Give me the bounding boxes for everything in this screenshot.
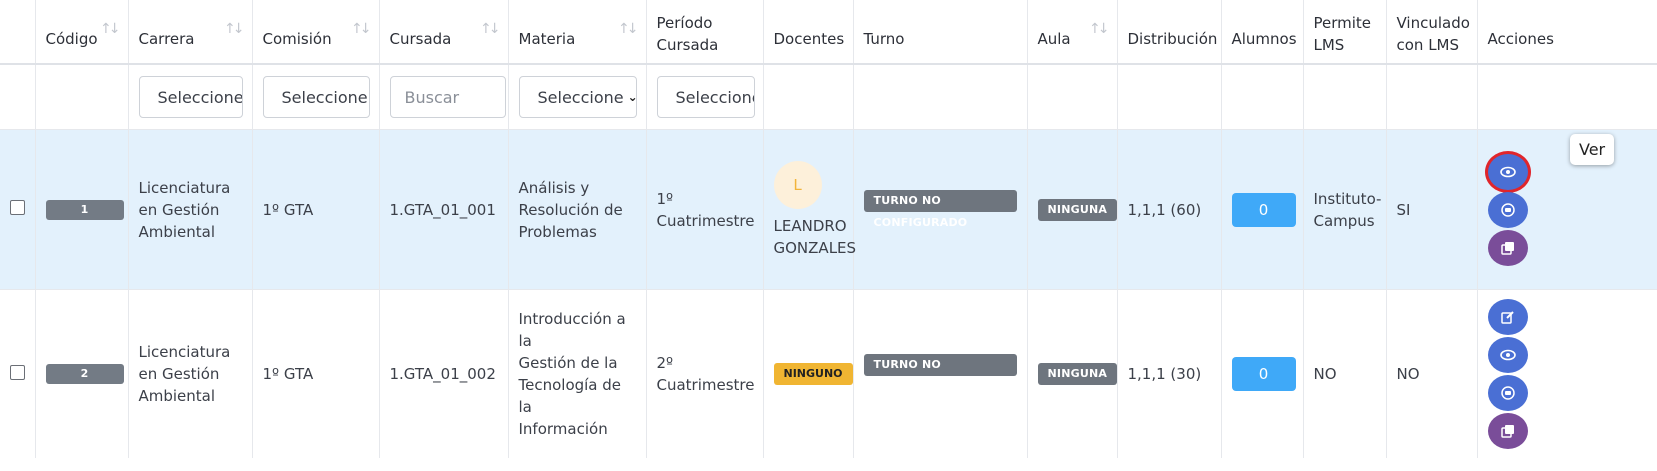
header-label: Docentes	[773, 29, 845, 48]
select-value: Seleccione	[537, 87, 624, 107]
vinculado-lms-cell: NO	[1386, 289, 1478, 458]
header-label: con LMS	[1396, 35, 1460, 54]
courses-table: Código ↑↓ Carrera ↑↓ Comisión ↑↓ Cursada ↑↓ …	[0, 0, 1657, 458]
distribucion-cell: 1,1,1 (60)	[1117, 129, 1222, 290]
copy-button[interactable]	[1487, 229, 1528, 266]
carrera-cell: Licenciatura en Gestión Ambiental	[128, 289, 253, 458]
turno-badge: TURNO NO CONFIGURADO	[863, 354, 1017, 393]
eye-icon	[1499, 349, 1516, 361]
meet-button[interactable]	[1487, 191, 1528, 228]
view-tooltip: Ver	[1570, 134, 1615, 165]
docente-name: LEANDRO	[773, 216, 847, 235]
docentes-cell: L LEANDRO GONZALES	[763, 129, 856, 290]
comision-cell: 1º GTA	[252, 129, 380, 290]
header-label: Comisión	[262, 29, 332, 48]
code-badge: 1	[45, 199, 124, 220]
copy-button[interactable]	[1487, 413, 1528, 449]
docente-badge: NINGUNO	[773, 363, 853, 385]
header-label: Alumnos	[1231, 29, 1297, 48]
view-button[interactable]	[1487, 337, 1528, 373]
header-docentes: Docentes	[763, 0, 854, 65]
edit-icon	[1500, 311, 1514, 324]
permite-lms-cell: Instituto- Campus	[1303, 129, 1387, 290]
copy-icon	[1500, 425, 1514, 438]
distribucion-cell: 1,1,1 (30)	[1117, 289, 1222, 458]
header-permite: Permite LMS	[1303, 0, 1387, 65]
materia-filter-select[interactable]: Seleccione ⌄	[518, 76, 637, 118]
header-label: Permite	[1313, 13, 1372, 32]
header-label: Materia	[518, 29, 576, 48]
header-label: Cursada	[389, 29, 452, 48]
header-label: LMS	[1313, 35, 1345, 54]
header-cursada[interactable]: Cursada ↑↓	[379, 0, 509, 65]
code-badge: 2	[45, 364, 124, 384]
header-label: Cursada	[656, 35, 719, 54]
cursada-search-input[interactable]	[389, 76, 506, 118]
alumnos-count-button[interactable]: 0	[1231, 357, 1296, 391]
sort-icon[interactable]: ↑↓	[618, 18, 639, 40]
vinculado-lms-cell: SI	[1386, 129, 1478, 290]
sort-icon[interactable]: ↑↓	[480, 18, 501, 40]
docente-name: GONZALES	[773, 238, 857, 257]
filter-row: Seleccione⌄ Seleccione⌄ Seleccione⌄ Sele…	[0, 64, 1657, 130]
view-button[interactable]	[1487, 153, 1528, 190]
sort-icon[interactable]: ↑↓	[1089, 18, 1110, 40]
aula-badge: NINGUNA	[1037, 363, 1118, 385]
select-value: Seleccione	[675, 87, 755, 107]
video-icon	[1500, 386, 1515, 400]
header-alumnos: Alumnos	[1221, 0, 1304, 65]
meet-button[interactable]	[1487, 375, 1528, 411]
header-periodo: Período Cursada	[646, 0, 764, 65]
copy-icon	[1500, 241, 1514, 255]
header-distribucion: Distribución	[1117, 0, 1222, 65]
video-icon	[1500, 202, 1515, 217]
header-carrera[interactable]: Carrera ↑↓	[128, 0, 253, 65]
materia-cell: Análisis y Resolución de Problemas	[508, 129, 647, 290]
sort-icon[interactable]: ↑↓	[100, 18, 121, 40]
alumnos-count-button[interactable]: 0	[1231, 192, 1296, 227]
periodo-cell: 1º Cuatrimestre	[646, 129, 764, 290]
sort-icon[interactable]: ↑↓	[351, 18, 372, 40]
header-label: Distribución	[1127, 29, 1218, 48]
cursada-cell: 1.GTA_01_002	[379, 289, 509, 458]
header-aula[interactable]: Aula ↑↓	[1027, 0, 1118, 65]
table-row: 2 Licenciatura en Gestión Ambiental 1º GTA…	[0, 289, 1657, 458]
header-turno: Turno	[853, 0, 1028, 65]
header-comision[interactable]: Comisión ↑↓	[252, 0, 380, 65]
header-codigo[interactable]: Código ↑↓	[35, 0, 129, 65]
row-checkbox[interactable]	[10, 364, 25, 380]
row-checkbox[interactable]	[10, 200, 25, 215]
select-value: Seleccione	[281, 87, 368, 107]
header-label: Acciones	[1487, 29, 1554, 48]
edit-button[interactable]	[1487, 299, 1528, 335]
header-materia[interactable]: Materia ↑↓	[508, 0, 647, 65]
aula-badge: NINGUNA	[1037, 198, 1118, 221]
sort-icon[interactable]: ↑↓	[224, 18, 245, 40]
eye-icon	[1499, 166, 1516, 177]
header-label: Vinculado	[1396, 13, 1470, 32]
periodo-filter-select[interactable]: Seleccione⌄	[656, 76, 755, 118]
header-acciones: Acciones	[1477, 0, 1657, 65]
periodo-cell: 2º Cuatrimestre	[646, 289, 764, 458]
chevron-down-icon: ⌄	[628, 90, 636, 104]
permite-lms-cell: NO	[1303, 289, 1387, 458]
header-label: Turno	[863, 29, 905, 48]
header-label: Período	[656, 13, 713, 32]
select-all-column	[0, 0, 36, 65]
carrera-filter-select[interactable]: Seleccione⌄	[138, 76, 243, 118]
header-vinculado: Vinculado con LMS	[1386, 0, 1478, 65]
header-label: Carrera	[138, 29, 195, 48]
header-label: Aula	[1037, 29, 1071, 48]
avatar: L	[773, 160, 822, 209]
select-value: Seleccione	[157, 87, 243, 107]
header-row: Código ↑↓ Carrera ↑↓ Comisión ↑↓ Cursada ↑↓ …	[0, 0, 1657, 65]
materia-cell: Introducción a la Gestión de la Tecnología…	[508, 289, 647, 458]
header-label: Código	[45, 29, 98, 48]
comision-cell: 1º GTA	[252, 289, 380, 458]
comision-filter-select[interactable]: Seleccione⌄	[262, 76, 370, 118]
cursada-cell: 1.GTA_01_001	[379, 129, 509, 290]
carrera-cell: Licenciatura en Gestión Ambiental	[128, 129, 253, 290]
turno-badge: TURNO NO CONFIGURADO	[863, 189, 1017, 229]
table-row: 1 Licenciatura en Gestión Ambiental 1º GTA…	[0, 129, 1657, 290]
